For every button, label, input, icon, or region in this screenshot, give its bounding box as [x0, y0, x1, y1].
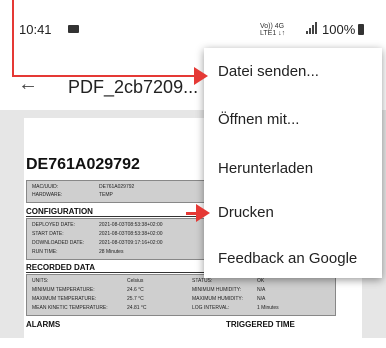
row-value: 28 Minutes — [99, 249, 124, 255]
alarms-label: ALARMS — [26, 320, 61, 329]
signal-icon — [306, 22, 320, 34]
annotation-arrow-print — [196, 204, 210, 222]
row-key: DEPLOYED DATE: — [32, 222, 75, 228]
annotation-arrow-send — [194, 67, 208, 85]
triggered-time-label: TRIGGERED TIME — [226, 320, 295, 329]
row-value: 24.81 °C — [127, 305, 147, 311]
row-key: MINIMUM TEMPERATURE: — [32, 287, 95, 293]
battery-icon — [358, 24, 364, 35]
clock: 10:41 — [19, 22, 52, 37]
row-key: MAC/UUID: — [32, 184, 59, 190]
alarms-heading: ALARMS TRIGGERED TIME — [26, 320, 336, 329]
recorded-data-box: UNITS: Celsius STATUS: OK MINIMUM TEMPER… — [26, 274, 336, 316]
annotation-line-vertical — [12, 0, 14, 76]
menu-item-print[interactable]: Drucken — [218, 204, 274, 221]
menu-item-feedback[interactable]: Feedback an Google — [218, 250, 357, 267]
pdf-heading: DE761A029792 — [26, 156, 140, 173]
row-value: Celsius — [127, 278, 144, 284]
menu-item-download[interactable]: Herunterladen — [218, 160, 313, 177]
row-value: 2021-08-03T08:53:38+02:00 — [99, 231, 163, 237]
battery-level: 100% — [322, 22, 356, 37]
row-key: RUN TIME: — [32, 249, 58, 255]
row-key: START DATE: — [32, 231, 64, 237]
row-key: UNITS: — [32, 278, 49, 284]
mail-notification-icon — [68, 25, 79, 33]
row-key: MEAN KINETIC TEMPERATURE: — [32, 305, 108, 311]
row-value: 1 Minutes — [257, 305, 279, 311]
document-title: PDF_2cb7209... — [68, 77, 199, 97]
row-value: 24.6 °C — [127, 287, 144, 293]
row-value: 25.7 °C — [127, 296, 144, 302]
row-value: OK — [257, 278, 265, 284]
row-key: STATUS: — [192, 278, 213, 284]
row-value: N/A — [257, 296, 266, 302]
row-value: N/A — [257, 287, 266, 293]
row-key: HARDWARE: — [32, 192, 63, 198]
row-value: DE761A029792 — [99, 184, 135, 190]
network-indicator: Vo)) 4G LTE1 ↓↑ — [260, 23, 285, 37]
lte-label: LTE1 ↓↑ — [260, 30, 286, 37]
overflow-menu: Datei senden... Öffnen mit... Herunterla… — [204, 48, 382, 278]
row-key: DOWNLOADED DATE: — [32, 240, 85, 246]
row-value: TEMP — [99, 192, 113, 198]
row-key: MAXIMUM TEMPERATURE: — [32, 296, 97, 302]
row-key: MAXIMUM HUMIDITY: — [192, 296, 243, 302]
network-type: Vo)) 4G — [260, 23, 285, 30]
row-value: 2021-08-03T08:53:38+02:00 — [99, 222, 163, 228]
menu-item-send-file[interactable]: Datei senden... — [218, 63, 319, 80]
row-key: MINIMUM HUMIDITY: — [192, 287, 242, 293]
menu-item-open-with[interactable]: Öffnen mit... — [218, 111, 299, 128]
annotation-line-horizontal — [12, 75, 196, 77]
row-value: 2021-08-03T09:17:16+02:00 — [99, 240, 163, 246]
status-bar: 10:41 Vo)) 4G LTE1 ↓↑ 100% — [0, 0, 386, 40]
row-key: LOG INTERVAL: — [192, 305, 230, 311]
